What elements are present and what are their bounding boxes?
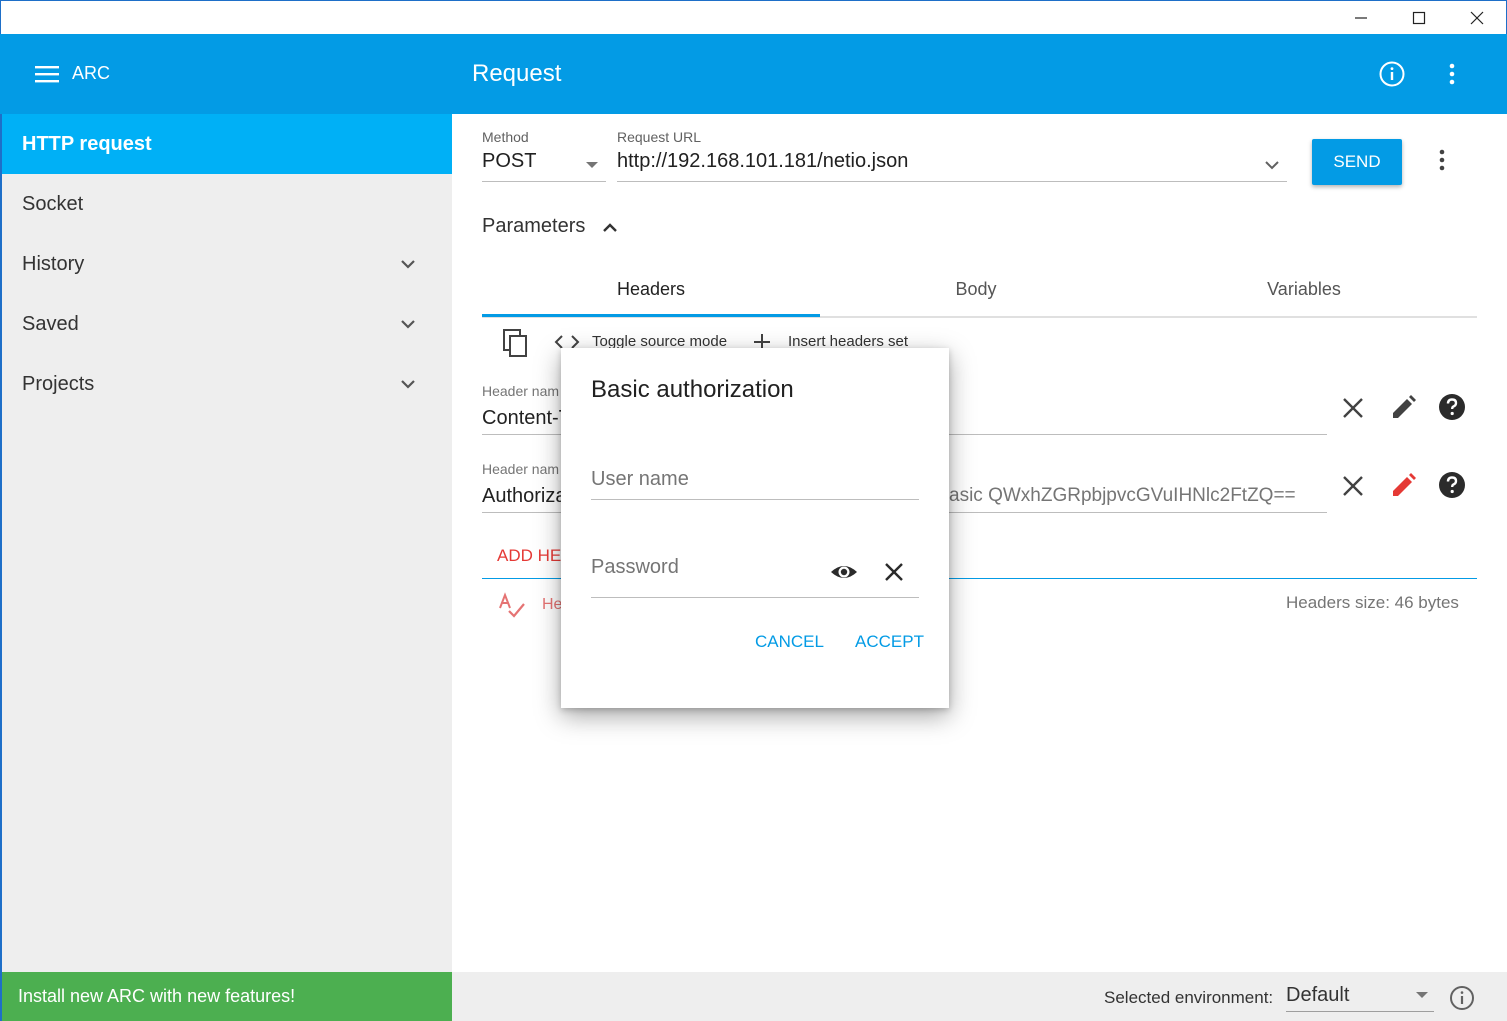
environment-label: Selected environment:: [1104, 988, 1274, 1007]
method-select[interactable]: POST: [482, 150, 606, 182]
maximize-icon: [1412, 11, 1426, 25]
header-name-input[interactable]: Authoriza: [482, 485, 567, 508]
tab-headers[interactable]: Headers: [486, 262, 816, 316]
sidebar-item-label: History: [22, 252, 85, 275]
sidebar-item-label: Socket: [22, 192, 84, 215]
status-bar: Selected environment: Default: [452, 972, 1507, 1021]
sidebar: HTTP request Socket History Saved Projec…: [0, 114, 452, 972]
environment-select[interactable]: Default: [1286, 982, 1434, 1012]
method-value: POST: [482, 150, 537, 172]
sidebar-item-projects[interactable]: Projects: [2, 354, 452, 414]
chevron-up-icon[interactable]: [598, 216, 622, 240]
parameters-toggle[interactable]: Parameters: [482, 215, 585, 238]
help-icon[interactable]: [1437, 470, 1467, 500]
chevron-down-icon: [401, 380, 415, 389]
sidebar-item-history[interactable]: History: [2, 234, 452, 294]
eye-icon[interactable]: [829, 557, 859, 587]
parameters-tabs: Headers Body Variables: [482, 262, 1477, 318]
spellcheck-icon: [499, 592, 525, 618]
close-window-button[interactable]: [1448, 1, 1506, 35]
sidebar-item-label: Projects: [22, 372, 95, 395]
maximize-button[interactable]: [1390, 1, 1448, 35]
page-title: Request: [472, 60, 562, 87]
spellcheck-hint: He: [542, 596, 563, 613]
clear-icon[interactable]: [879, 557, 909, 587]
install-banner[interactable]: Install new ARC with new features!: [0, 972, 452, 1021]
chevron-down-icon: [401, 260, 415, 269]
window-titlebar: [0, 0, 1507, 34]
sidebar-item-socket[interactable]: Socket: [2, 174, 452, 234]
environment-value: Default: [1286, 984, 1350, 1006]
cancel-button[interactable]: CANCEL: [755, 632, 824, 652]
url-input[interactable]: http://192.168.101.181/netio.json: [617, 150, 1287, 182]
more-vert-icon[interactable]: [1438, 60, 1466, 88]
username-input[interactable]: User name: [591, 468, 919, 500]
dialog-title: Basic authorization: [591, 376, 794, 403]
header-name-label: Header nam: [482, 383, 560, 399]
header-name-input[interactable]: Content-T: [482, 407, 571, 430]
app-name: ARC: [72, 63, 111, 83]
password-input[interactable]: Password: [591, 556, 919, 598]
edit-pencil-icon[interactable]: [1388, 471, 1418, 501]
remove-header-icon[interactable]: [1338, 393, 1368, 423]
header-value-input[interactable]: asic QWxhZGRpbjpvcGVuIHNlc2FtZQ==: [949, 485, 1296, 507]
copy-icon[interactable]: [502, 328, 530, 358]
remove-header-icon[interactable]: [1338, 471, 1368, 501]
accept-button[interactable]: ACCEPT: [855, 632, 924, 652]
hamburger-menu-icon[interactable]: [34, 62, 60, 86]
sidebar-item-label: Saved: [22, 312, 79, 335]
url-label: Request URL: [617, 129, 702, 145]
edit-pencil-icon[interactable]: [1388, 393, 1418, 423]
send-button[interactable]: SEND: [1312, 139, 1402, 185]
chevron-down-icon: [401, 320, 415, 329]
info-icon[interactable]: [1448, 984, 1476, 1012]
method-label: Method: [482, 129, 529, 145]
tab-variables[interactable]: Variables: [1139, 262, 1469, 316]
basic-auth-dialog: Basic authorization User name Password C…: [561, 348, 949, 708]
app-bar: ARC Request: [0, 34, 1507, 114]
info-icon[interactable]: [1378, 60, 1406, 88]
sidebar-item-label: HTTP request: [22, 132, 152, 155]
username-placeholder: User name: [591, 468, 689, 490]
headers-size: Headers size: 46 bytes: [1286, 593, 1459, 612]
sidebar-item-saved[interactable]: Saved: [2, 294, 452, 354]
url-value: http://192.168.101.181/netio.json: [617, 150, 909, 172]
more-vert-icon[interactable]: [1428, 146, 1456, 174]
help-icon[interactable]: [1437, 392, 1467, 422]
dropdown-arrow-icon: [1416, 992, 1428, 998]
minimize-button[interactable]: [1332, 1, 1390, 35]
sidebar-item-http-request[interactable]: HTTP request: [2, 114, 452, 174]
minimize-icon: [1355, 17, 1367, 19]
tab-indicator: [482, 314, 820, 317]
password-placeholder: Password: [591, 556, 679, 578]
close-icon: [1470, 11, 1484, 25]
tab-body[interactable]: Body: [811, 262, 1141, 316]
header-name-label: Header nam: [482, 461, 560, 477]
chevron-down-icon[interactable]: [1261, 154, 1283, 176]
dropdown-arrow-icon: [586, 162, 598, 168]
